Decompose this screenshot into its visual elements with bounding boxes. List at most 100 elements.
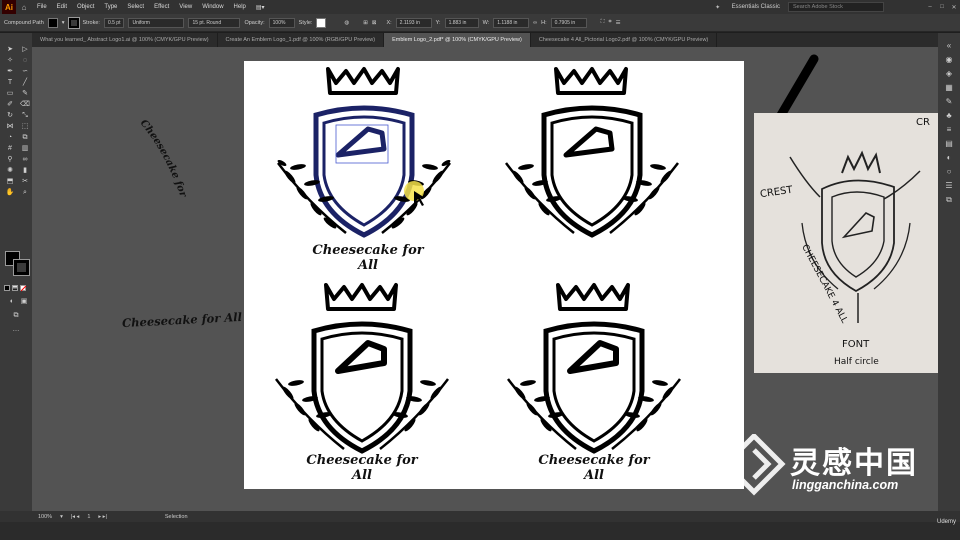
menu-help[interactable]: Help — [229, 4, 251, 10]
emblem-2[interactable] — [496, 63, 688, 267]
symbols-icon[interactable]: ♣ — [938, 109, 960, 123]
stroke-swatch[interactable] — [67, 16, 80, 29]
height-field[interactable]: 0.7905 in — [550, 17, 587, 28]
menu-select[interactable]: Select — [122, 4, 149, 10]
color-mode-icon[interactable] — [4, 285, 10, 291]
line-tool-icon[interactable]: ╱ — [19, 78, 31, 88]
y-field[interactable]: 1.883 in — [444, 17, 479, 28]
selection-tool-icon[interactable]: ➤ — [4, 45, 16, 55]
tab-document-3[interactable]: Emblem Logo_2.pdf* @ 100% (CMYK/GPU Prev… — [384, 33, 531, 47]
graph-tool-icon[interactable]: ▮ — [19, 166, 31, 176]
scale-icon[interactable]: ⤡ — [19, 111, 31, 121]
opacity-label[interactable]: Opacity: — [244, 20, 264, 26]
emblem-4-text[interactable]: Cheesecake for All — [534, 453, 654, 483]
close-button[interactable]: ✕ — [948, 4, 960, 11]
symbol-sprayer-icon[interactable]: ✺ — [4, 166, 16, 176]
menu-type[interactable]: Type — [99, 4, 122, 10]
x-field[interactable]: 2.1193 in — [395, 17, 432, 28]
mesh-icon[interactable]: # — [4, 144, 16, 154]
gradient-icon[interactable]: ▥ — [19, 144, 31, 154]
zoom-level[interactable]: 100% — [38, 514, 52, 520]
align-icon[interactable]: ⊞ — [363, 20, 368, 26]
artboard-number[interactable]: 1 — [87, 514, 90, 520]
stroke-panel-icon[interactable]: ≡ — [938, 123, 960, 137]
gradient-panel-icon[interactable]: ▤ — [938, 137, 960, 151]
menu-effect[interactable]: Effect — [149, 4, 174, 10]
shape-builder-icon[interactable]: ◔ — [4, 133, 16, 143]
width-field[interactable]: 1.1188 in — [493, 17, 530, 28]
artboards-panel-icon[interactable]: ⧉ — [938, 193, 960, 207]
stroke-color-box[interactable] — [13, 259, 30, 276]
color-panel-icon[interactable]: ◉ — [938, 53, 960, 67]
artboard-next-icon[interactable]: ▸ ▸| — [98, 514, 106, 520]
panel-menu-icon[interactable]: ☰ — [616, 20, 621, 26]
fill-swatch[interactable] — [47, 17, 58, 28]
layers-icon[interactable]: ☰ — [938, 179, 960, 193]
menu-window[interactable]: Window — [197, 4, 228, 10]
opacity-field[interactable]: 100% — [268, 17, 295, 28]
swatches-icon[interactable]: ▦ — [938, 81, 960, 95]
workspace-switcher[interactable]: Essentials Classic — [724, 4, 788, 10]
tab-document-4[interactable]: Cheesecake 4 All_Pictorial Logo2.pdf @ 1… — [531, 33, 718, 47]
emblem-3-text[interactable]: Cheesecake for All — [302, 453, 422, 483]
loose-arc-text[interactable]: Cheesecake for All — [128, 113, 198, 209]
lightbulb-icon[interactable]: ✦ — [712, 4, 724, 11]
free-transform-icon[interactable]: ⬚ — [19, 122, 31, 132]
tab-document-1[interactable]: What you learned_ Abstract Logo1.ai @ 10… — [32, 33, 218, 47]
collapse-icon[interactable]: « — [938, 39, 960, 53]
rotate-icon[interactable]: ↻ — [4, 111, 16, 121]
eraser-icon[interactable]: ⌫ — [19, 100, 31, 110]
variable-width-profile[interactable]: Uniform — [128, 17, 185, 28]
stroke-weight-field[interactable]: 0.5 pt — [103, 17, 125, 28]
eyedropper-icon[interactable]: ⚲ — [4, 155, 16, 165]
transparency-icon[interactable]: ◐ — [938, 151, 960, 165]
link-icon[interactable]: ∞ — [533, 20, 537, 26]
slice-tool-icon[interactable]: ✂ — [19, 177, 31, 187]
menu-object[interactable]: Object — [72, 4, 99, 10]
paintbrush-icon[interactable]: ✎ — [19, 89, 31, 99]
menu-file[interactable]: File — [32, 4, 52, 10]
draw-mode-icon[interactable]: ◐ — [6, 297, 18, 307]
screen-toggle-icon[interactable]: ⧉ — [10, 311, 22, 321]
placed-sketch-image[interactable]: CREST CHEESECAKE 4 ALL FONT Half circle … — [754, 113, 938, 373]
appearance-icon[interactable]: ○ — [938, 165, 960, 179]
graphic-style-swatch[interactable] — [316, 17, 327, 28]
pen-tool-icon[interactable]: ✒ — [4, 67, 16, 77]
direct-selection-tool-icon[interactable]: ▷ — [19, 45, 31, 55]
isolate-icon[interactable]: ⛶ — [601, 19, 605, 26]
zoom-tool-icon[interactable]: ⌕ — [19, 188, 31, 198]
artboard-tool-icon[interactable]: ⬒ — [4, 177, 16, 187]
hand-tool-icon[interactable]: ✋ — [4, 188, 16, 198]
shaper-icon[interactable]: ✐ — [4, 100, 16, 110]
stroke-label[interactable]: Stroke: — [83, 20, 100, 26]
artboard[interactable]: Cheesecake for All Cheesecake for All Ch… — [244, 61, 744, 489]
loose-straight-text[interactable]: Cheesecake for All — [122, 310, 243, 330]
minimize-button[interactable]: – — [924, 4, 936, 10]
magic-wand-icon[interactable]: ✧ — [4, 56, 16, 66]
menu-edit[interactable]: Edit — [52, 4, 72, 10]
blend-icon[interactable]: ∞ — [19, 155, 31, 165]
maximize-button[interactable]: □ — [936, 4, 948, 10]
more-tools-icon[interactable]: … — [10, 325, 22, 335]
emblem-1-text[interactable]: Cheesecake for All — [308, 243, 428, 273]
brush-definition[interactable]: 15 pt. Round — [188, 17, 241, 28]
transform-icon[interactable]: ⊠ — [372, 20, 377, 26]
artboard-prev-icon[interactable]: |◂ ◂ — [71, 514, 79, 520]
brushes-icon[interactable]: ✎ — [938, 95, 960, 109]
menu-view[interactable]: View — [174, 4, 197, 10]
fill-stroke-widget[interactable] — [5, 251, 31, 277]
none-mode-icon[interactable] — [20, 285, 27, 292]
gradient-mode-icon[interactable] — [12, 285, 18, 291]
select-similar-icon[interactable]: ⌗ — [608, 19, 611, 26]
color-guide-icon[interactable]: ◈ — [938, 67, 960, 81]
perspective-icon[interactable]: ⧉ — [19, 133, 31, 143]
emblem-1[interactable] — [268, 63, 460, 267]
recolor-icon[interactable]: ◍ — [344, 20, 349, 26]
type-tool-icon[interactable]: T — [4, 78, 16, 88]
curvature-icon[interactable]: ∽ — [19, 67, 31, 77]
lasso-icon[interactable]: ◌ — [19, 56, 31, 66]
home-icon[interactable]: ⌂ — [16, 3, 32, 12]
stock-search-input[interactable]: Search Adobe Stock — [788, 2, 884, 12]
screen-mode-icon[interactable]: ▣ — [18, 297, 30, 307]
rectangle-tool-icon[interactable]: ▭ — [4, 89, 16, 99]
